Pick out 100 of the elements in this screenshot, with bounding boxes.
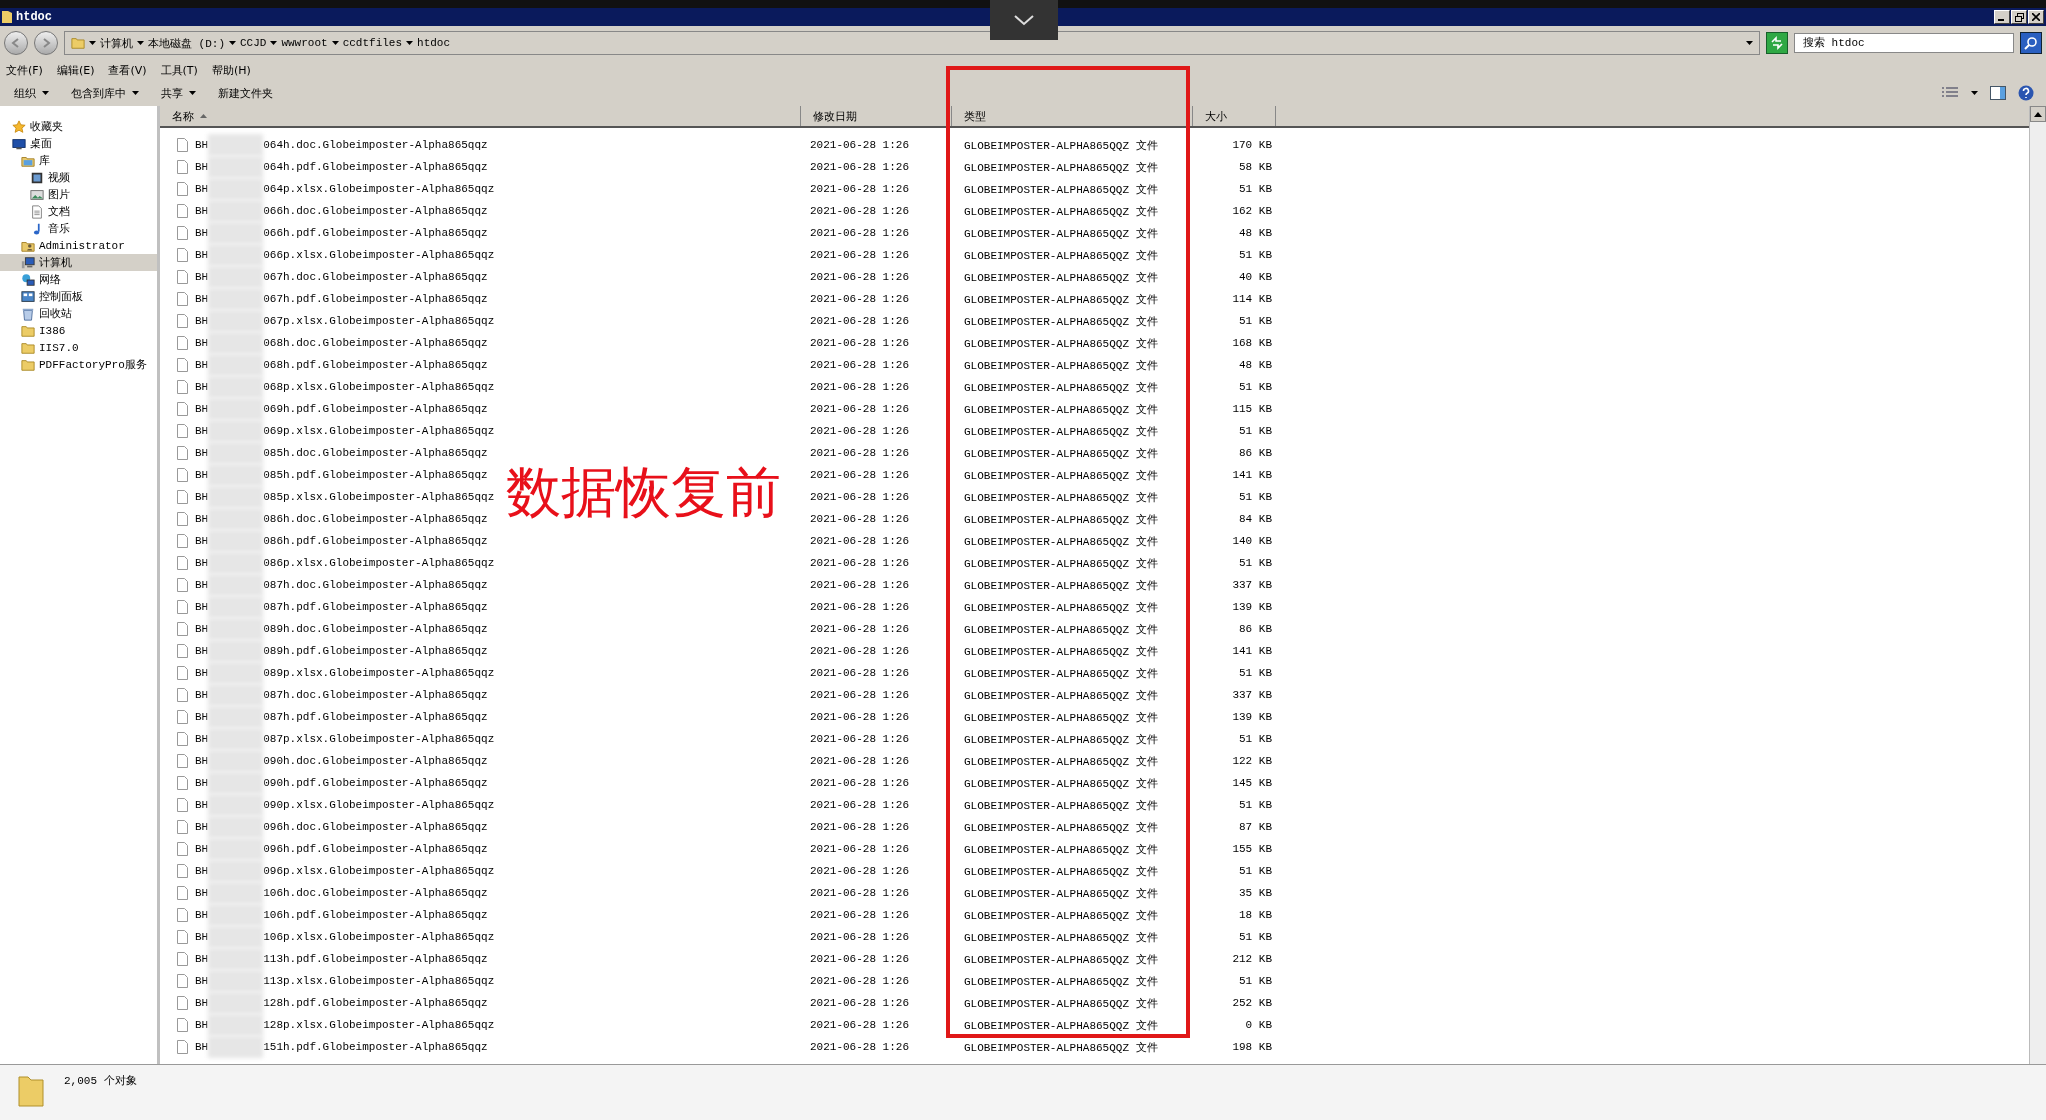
type-cell-text: GLOBEIMPOSTER-ALPHA865QQZ 文件 (963, 204, 1159, 219)
file-icon (177, 754, 188, 768)
help-icon[interactable] (2018, 85, 2034, 101)
breadcrumb-item[interactable]: 计算机 (100, 35, 133, 51)
menu-item[interactable]: 工具(T) (160, 62, 198, 78)
search-button[interactable] (2020, 32, 2042, 54)
file-name: 069h.pdf.Globeimposter-Alpha865qqz (263, 403, 488, 415)
sidebar-item[interactable]: 音乐 (0, 220, 157, 237)
column-header[interactable]: 名称 (160, 106, 801, 126)
sidebar-item[interactable]: 桌面 (0, 135, 157, 152)
sidebar-item[interactable]: IIS7.0 (0, 339, 157, 356)
type-cell-text: GLOBEIMPOSTER-ALPHA865QQZ 文件 (963, 402, 1159, 417)
breadcrumb-item[interactable]: ccdtfiles (342, 37, 403, 49)
sidebar-item[interactable]: 计算机 (0, 254, 157, 271)
breadcrumb-item[interactable]: htdoc (417, 37, 451, 49)
breadcrumb-item[interactable]: CCJD (240, 37, 267, 49)
file-name-start: BH (195, 689, 209, 701)
sidebar-item[interactable]: 控制面板 (0, 288, 157, 305)
breadcrumb-item[interactable]: 本地磁盘 (D:) (148, 35, 225, 51)
search-field[interactable]: 搜索 htdoc (1794, 33, 2014, 53)
file-name-start: BH (195, 997, 209, 1009)
sidebar-item[interactable]: 图片 (0, 186, 157, 203)
size-cell-text: 48 KB (1238, 359, 1272, 371)
date-cell-text: 2021-06-28 1:26 (809, 821, 911, 833)
size-cell-text: 212 KB (1231, 953, 1272, 965)
sidebar-item[interactable]: I386 (0, 322, 157, 339)
refresh-button[interactable] (1766, 32, 1788, 54)
folder-icon (18, 1073, 44, 1107)
file-name-start: BH (195, 623, 209, 635)
breadcrumb-item[interactable]: wwwroot (281, 37, 328, 49)
file-name: 089h.doc.Globeimposter-Alpha865qqz (263, 623, 488, 635)
menu-item[interactable]: 编辑(E) (56, 62, 95, 78)
date-cell-text: 2021-06-28 1:26 (809, 1041, 911, 1053)
date-cell-text: 2021-06-28 1:26 (809, 843, 911, 855)
collapse-tab[interactable] (990, 0, 1058, 40)
file-name-start: BH (195, 1019, 209, 1031)
size-cell-text: 40 KB (1238, 271, 1272, 283)
toolbar-button[interactable]: 共享 (159, 83, 198, 103)
caret-icon (1746, 41, 1753, 45)
sidebar-item[interactable]: PDFFactoryPro服务 (0, 356, 157, 373)
folder-icon (2, 10, 12, 24)
sidebar-item[interactable]: 视频 (0, 169, 157, 186)
type-cell-text: GLOBEIMPOSTER-ALPHA865QQZ 文件 (963, 468, 1159, 483)
scroll-up-button[interactable] (2030, 106, 2046, 122)
file-icon (177, 512, 188, 526)
date-cell-text: 2021-06-28 1:26 (809, 403, 911, 415)
column-header[interactable]: 修改日期 (801, 106, 952, 126)
type-cell-text: GLOBEIMPOSTER-ALPHA865QQZ 文件 (963, 688, 1159, 703)
menu-item[interactable]: 查看(V) (108, 62, 147, 78)
sidebar-item[interactable]: 收藏夹 (0, 118, 157, 135)
date-cell-text: 2021-06-28 1:26 (809, 469, 911, 481)
minimize-button[interactable] (1994, 10, 2010, 24)
sidebar-item[interactable]: 网络 (0, 271, 157, 288)
date-cell-text: 2021-06-28 1:26 (809, 381, 911, 393)
panel-icon (21, 289, 35, 304)
toolbar-button[interactable]: 组织 (12, 83, 51, 103)
type-cell-text: GLOBEIMPOSTER-ALPHA865QQZ 文件 (963, 336, 1159, 351)
sidebar-item[interactable]: Administrator (0, 237, 157, 254)
folder-icon (71, 36, 85, 50)
file-name: 066p.xlsx.Globeimposter-Alpha865qqz (263, 249, 495, 261)
file-name: 090h.pdf.Globeimposter-Alpha865qqz (263, 777, 488, 789)
preview-pane-icon[interactable] (1990, 86, 2006, 100)
date-cell-text: 2021-06-28 1:26 (809, 799, 911, 811)
file-icon (177, 226, 188, 240)
type-cell-text: GLOBEIMPOSTER-ALPHA865QQZ 文件 (963, 182, 1159, 197)
restore-button[interactable] (2011, 10, 2027, 24)
date-cell-text: 2021-06-28 1:26 (809, 425, 911, 437)
size-cell-text: 51 KB (1238, 491, 1272, 503)
address-bar[interactable]: 计算机 本地磁盘 (D:) CCJD wwwroot ccdtfiles htdoc (64, 31, 1760, 55)
column-header[interactable]: 类型 (952, 106, 1193, 126)
back-button[interactable] (4, 31, 28, 55)
close-button[interactable] (2028, 10, 2044, 24)
desktop-icon (12, 136, 26, 151)
size-cell-text: 51 KB (1238, 557, 1272, 569)
sidebar-item[interactable]: 库 (0, 152, 157, 169)
type-cell-text: GLOBEIMPOSTER-ALPHA865QQZ 文件 (963, 358, 1159, 373)
view-list-icon[interactable] (1941, 86, 1959, 100)
menu-item[interactable]: 帮助(H) (211, 62, 251, 78)
star-icon (12, 119, 26, 134)
file-name-start: BH (195, 139, 209, 151)
date-cell-text: 2021-06-28 1:26 (809, 975, 911, 987)
toolbar-button[interactable]: 新建文件夹 (216, 83, 275, 103)
date-cell-text: 2021-06-28 1:26 (809, 513, 911, 525)
file-name: 064h.pdf.Globeimposter-Alpha865qqz (263, 161, 488, 173)
file-icon (177, 468, 188, 482)
toolbar-button[interactable]: 包含到库中 (69, 83, 141, 103)
date-cell-text: 2021-06-28 1:26 (809, 249, 911, 261)
date-cell-text: 2021-06-28 1:26 (809, 579, 911, 591)
column-header[interactable]: 大小 (1193, 106, 1276, 126)
sidebar-item[interactable]: 回收站 (0, 305, 157, 322)
menu-item[interactable]: 文件(F) (6, 62, 43, 78)
size-cell-text: 170 KB (1231, 139, 1272, 151)
file-name: 089h.pdf.Globeimposter-Alpha865qqz (263, 645, 488, 657)
file-name-start: BH (195, 249, 209, 261)
forward-button[interactable] (34, 31, 58, 55)
type-cell-text: GLOBEIMPOSTER-ALPHA865QQZ 文件 (963, 600, 1159, 615)
sidebar-item[interactable]: 文档 (0, 203, 157, 220)
file-name-start: BH (195, 469, 209, 481)
file-icon (177, 798, 188, 812)
type-cell-text: GLOBEIMPOSTER-ALPHA865QQZ 文件 (963, 1040, 1159, 1055)
